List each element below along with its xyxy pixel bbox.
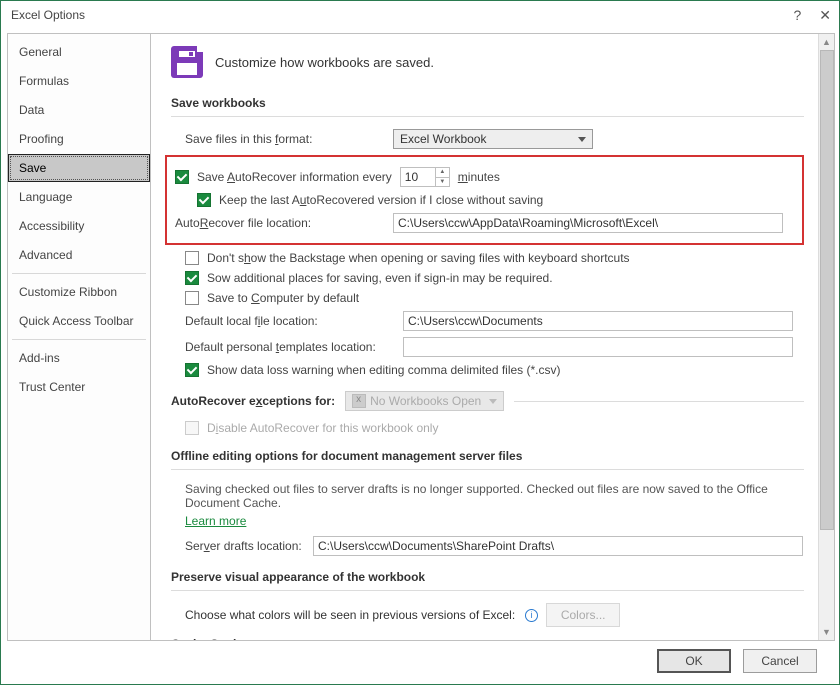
section-offline: Offline editing options for document man… (171, 449, 804, 470)
autorecover-minutes-spinner[interactable]: 10 ▲▼ (400, 167, 450, 187)
content-pane: Customize how workbooks are saved. Save … (151, 34, 818, 640)
backstage-checkbox[interactable] (185, 251, 199, 265)
minutes-suffix: minutes (458, 170, 500, 184)
section-cache-truncated: Cache Settings (171, 637, 804, 640)
format-label: Save files in this format: (185, 132, 385, 146)
autorecover-checkbox[interactable] (175, 170, 189, 184)
sidebar-item-formulas[interactable]: Formulas (8, 67, 150, 95)
additional-places-label: Sow additional places for saving, even i… (207, 271, 553, 285)
sidebar-item-customize-ribbon[interactable]: Customize Ribbon (8, 278, 150, 306)
section-save-workbooks: Save workbooks (171, 96, 804, 117)
sidebar-separator (12, 339, 146, 340)
sidebar-item-proofing[interactable]: Proofing (8, 125, 150, 153)
learn-more-link[interactable]: Learn more (185, 514, 246, 528)
offline-body-text: Saving checked out files to server draft… (185, 482, 804, 510)
backstage-label: Don't show the Backstage when opening or… (207, 251, 630, 265)
preserve-body: Choose what colors will be seen in previ… (185, 608, 515, 622)
sidebar-item-general[interactable]: General (8, 38, 150, 66)
additional-places-checkbox[interactable] (185, 271, 199, 285)
help-icon[interactable]: ? (793, 7, 801, 23)
sidebar-item-language[interactable]: Language (8, 183, 150, 211)
dialog-button-bar: OK Cancel (1, 641, 839, 685)
sidebar-item-advanced[interactable]: Advanced (8, 241, 150, 269)
local-location-label: Default local file location: (185, 314, 395, 328)
drafts-location-input[interactable] (313, 536, 803, 556)
section-preserve: Preserve visual appearance of the workbo… (171, 570, 804, 591)
format-combobox[interactable]: Excel Workbook (393, 129, 593, 149)
ok-button[interactable]: OK (657, 649, 731, 673)
section-exceptions: AutoRecover exceptions for: No Workbooks… (171, 391, 804, 411)
templates-location-label: Default personal templates location: (185, 340, 395, 354)
sidebar-item-quick-access[interactable]: Quick Access Toolbar (8, 307, 150, 335)
scroll-up-arrow[interactable]: ▲ (819, 34, 834, 50)
sidebar-separator (12, 273, 146, 274)
sidebar-item-accessibility[interactable]: Accessibility (8, 212, 150, 240)
csv-warning-checkbox[interactable] (185, 363, 199, 377)
scroll-thumb[interactable] (820, 50, 834, 530)
page-subtitle: Customize how workbooks are saved. (215, 55, 434, 70)
disable-autorecover-label: Disable AutoRecover for this workbook on… (207, 421, 438, 435)
info-icon[interactable]: i (525, 609, 538, 622)
category-sidebar: General Formulas Data Proofing Save Lang… (7, 33, 151, 641)
save-floppy-icon (171, 46, 203, 78)
sidebar-item-addins[interactable]: Add-ins (8, 344, 150, 372)
excel-icon (352, 394, 366, 408)
autorecover-highlight-box: Save AutoRecover information every 10 ▲▼… (165, 155, 804, 245)
ar-location-label: AutoRecover file location: (175, 216, 385, 230)
disable-autorecover-checkbox (185, 421, 199, 435)
keep-last-label: Keep the last AutoRecovered version if I… (219, 193, 543, 207)
local-location-input[interactable] (403, 311, 793, 331)
titlebar[interactable]: Excel Options ? ✕ (1, 1, 839, 29)
autorecover-label: Save AutoRecover information every (197, 170, 392, 184)
vertical-scrollbar[interactable]: ▲ ▼ (818, 34, 834, 640)
colors-button: Colors... (546, 603, 620, 627)
exceptions-workbook-combo[interactable]: No Workbooks Open (345, 391, 504, 411)
spinner-up[interactable]: ▲ (436, 168, 449, 177)
computer-default-label: Save to Computer by default (207, 291, 359, 305)
drafts-label: Server drafts location: (185, 539, 305, 553)
close-icon[interactable]: ✕ (819, 7, 831, 24)
templates-location-input[interactable] (403, 337, 793, 357)
csv-warning-label: Show data loss warning when editing comm… (207, 363, 561, 377)
scroll-down-arrow[interactable]: ▼ (819, 624, 834, 640)
sidebar-item-trust-center[interactable]: Trust Center (8, 373, 150, 401)
dialog-title: Excel Options (11, 8, 85, 22)
sidebar-item-save[interactable]: Save (8, 154, 150, 182)
computer-default-checkbox[interactable] (185, 291, 199, 305)
sidebar-item-data[interactable]: Data (8, 96, 150, 124)
keep-last-checkbox[interactable] (197, 193, 211, 207)
spinner-down[interactable]: ▼ (436, 177, 449, 187)
cancel-button[interactable]: Cancel (743, 649, 817, 673)
ar-location-input[interactable] (393, 213, 783, 233)
